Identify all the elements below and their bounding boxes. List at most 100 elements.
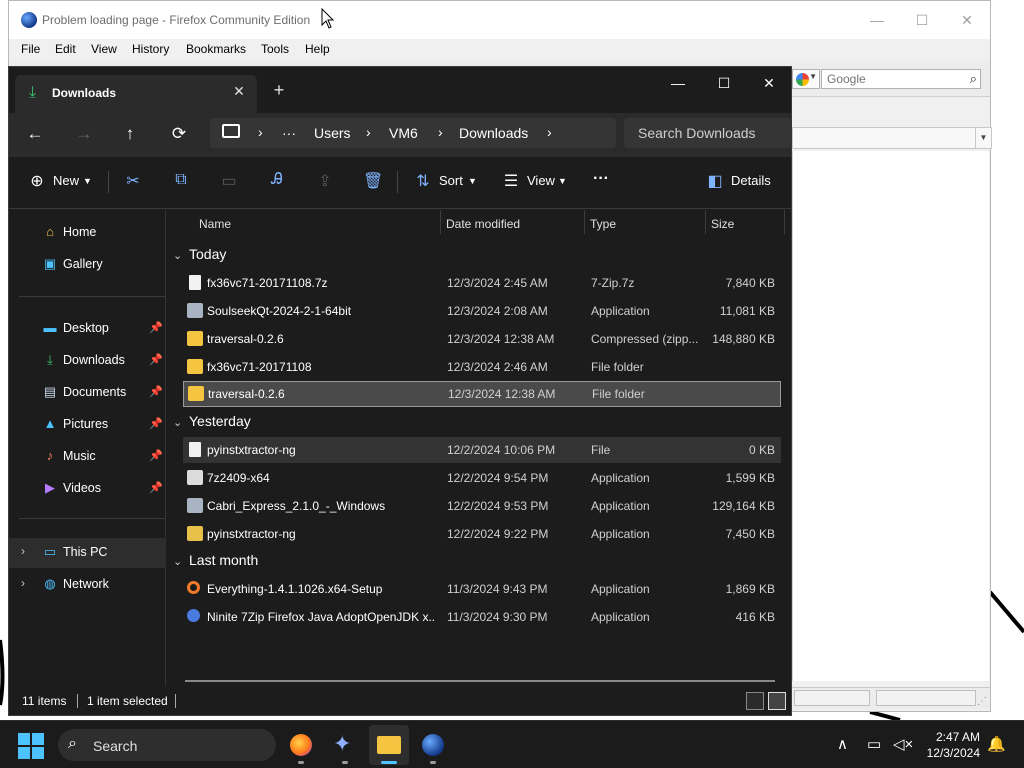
column-divider[interactable] xyxy=(784,210,785,234)
menu-file[interactable]: File xyxy=(21,42,40,56)
copy-icon[interactable]: ⧉ xyxy=(171,171,191,193)
nav-item-pictures[interactable]: ▲ Pictures 📌 xyxy=(9,410,166,438)
start-button[interactable] xyxy=(18,733,44,759)
list-item-selected[interactable]: traversal-0.2.6 12/3/2024 12:38 AM File … xyxy=(183,381,781,407)
paste-icon[interactable]: ▭ xyxy=(219,171,239,193)
breadcrumb-users[interactable]: Users xyxy=(314,125,351,141)
menu-bookmarks[interactable]: Bookmarks xyxy=(186,42,246,56)
view-icon[interactable]: ☰ xyxy=(501,171,521,193)
cut-icon[interactable]: ✂ xyxy=(123,171,143,193)
view-button[interactable]: View xyxy=(527,173,555,193)
breadcrumb-more[interactable]: ··· xyxy=(282,125,296,141)
sort-button[interactable]: Sort xyxy=(439,173,463,193)
menu-help[interactable]: Help xyxy=(305,42,330,56)
nav-item-desktop[interactable]: ▬ Desktop 📌 xyxy=(9,314,166,342)
list-item[interactable]: pyinstxtractor-ng 12/2/2024 10:06 PM Fil… xyxy=(183,437,781,463)
horizontal-scrollbar[interactable] xyxy=(185,680,775,682)
network-status-icon[interactable]: ▭ xyxy=(867,735,881,753)
pin-icon[interactable]: 📌 xyxy=(149,353,163,366)
maximize-button[interactable]: ☐ xyxy=(701,67,747,99)
firefox-search-input[interactable] xyxy=(822,70,952,88)
list-item[interactable]: Everything-1.4.1.1026.x64-Setup 11/3/202… xyxy=(183,576,781,602)
delete-icon[interactable]: 🗑 xyxy=(363,171,383,193)
list-item[interactable]: 7z2409-x64 12/2/2024 9:54 PM Application… xyxy=(183,465,781,491)
firefox-minimize-button[interactable]: — xyxy=(857,9,897,31)
tab-downloads[interactable]: ⤓ Downloads ✕ xyxy=(15,75,257,113)
menu-view[interactable]: View xyxy=(91,42,117,56)
new-button[interactable]: New xyxy=(53,173,79,193)
nav-item-network[interactable]: › ◍ Network xyxy=(9,570,166,598)
back-button[interactable]: ← xyxy=(20,121,50,147)
nav-item-home[interactable]: ⌂ Home xyxy=(9,218,166,246)
column-divider[interactable] xyxy=(440,210,441,234)
forward-button[interactable]: → xyxy=(69,121,99,147)
pin-icon[interactable]: 📌 xyxy=(149,321,163,334)
column-header-name[interactable]: Name xyxy=(199,217,231,231)
plus-circle-icon[interactable]: ⊕ xyxy=(27,171,47,193)
search-icon[interactable]: ⌕ xyxy=(970,71,977,87)
this-pc-icon[interactable] xyxy=(222,124,240,138)
firefox-dropdown-field[interactable]: ▼ xyxy=(792,127,992,149)
column-divider[interactable] xyxy=(705,210,706,234)
clock-time[interactable]: 2:47 AM xyxy=(936,730,980,744)
nav-item-gallery[interactable]: ▣ Gallery xyxy=(9,250,166,278)
nav-item-downloads[interactable]: ⤓ Downloads 📌 xyxy=(9,346,166,374)
refresh-button[interactable]: ⟳ xyxy=(164,121,194,147)
breadcrumb-vm6[interactable]: VM6 xyxy=(389,125,418,141)
menu-history[interactable]: History xyxy=(132,42,169,56)
group-header-today[interactable]: ⌄ Today xyxy=(173,246,226,268)
pin-icon[interactable]: 📌 xyxy=(149,385,163,398)
chevron-down-icon[interactable]: ▼ xyxy=(975,128,991,148)
list-item[interactable]: fx36vc71-20171108.7z 12/3/2024 2:45 AM 7… xyxy=(183,270,781,296)
group-header-last-month[interactable]: ⌄ Last month xyxy=(173,552,258,574)
taskbar-search[interactable]: ⌕ Search xyxy=(58,729,276,761)
list-item[interactable]: traversal-0.2.6 12/3/2024 12:38 AM Compr… xyxy=(183,326,781,352)
list-item[interactable]: pyinstxtractor-ng 12/2/2024 9:22 PM Appl… xyxy=(183,521,781,547)
column-header-type[interactable]: Type xyxy=(590,217,616,231)
close-button[interactable]: ✕ xyxy=(746,67,792,99)
more-options-button[interactable]: ··· xyxy=(593,170,609,190)
taskbar-app-soulseek[interactable]: ✦ xyxy=(325,725,365,765)
pin-icon[interactable]: 📌 xyxy=(149,481,163,494)
firefox-maximize-button[interactable]: ☐ xyxy=(902,9,942,31)
pin-icon[interactable]: 📌 xyxy=(149,449,163,462)
minimize-button[interactable]: — xyxy=(655,67,701,99)
search-input[interactable] xyxy=(624,118,792,148)
taskbar-app-firefox[interactable] xyxy=(281,725,321,765)
list-item[interactable]: Ninite 7Zip Firefox Java AdoptOpenJDK x.… xyxy=(183,604,781,630)
up-button[interactable]: ↑ xyxy=(115,121,145,147)
nav-item-music[interactable]: ♪ Music 📌 xyxy=(9,442,166,470)
firefox-search-box[interactable]: ⌕ xyxy=(821,69,981,89)
details-button[interactable]: Details xyxy=(731,173,771,193)
chevron-right-icon[interactable]: › xyxy=(21,544,25,558)
taskbar-app-file-explorer[interactable] xyxy=(369,725,409,765)
list-item[interactable]: fx36vc71-20171108 12/3/2024 2:46 AM File… xyxy=(183,354,781,380)
notification-bell-icon[interactable]: 🔔 xyxy=(987,735,1006,753)
resize-grip-icon[interactable]: ⋰ xyxy=(977,696,987,707)
menu-edit[interactable]: Edit xyxy=(55,42,76,56)
details-pane-icon[interactable]: ◧ xyxy=(705,171,725,193)
chevron-right-icon[interactable]: › xyxy=(21,576,25,590)
new-tab-button[interactable]: + xyxy=(267,80,291,101)
list-item[interactable]: SoulseekQt-2024-2-1-64bit 12/3/2024 2:08… xyxy=(183,298,781,324)
rename-icon[interactable]: Ꭿ xyxy=(267,171,287,193)
taskbar-app-firefox-community[interactable] xyxy=(413,725,453,765)
list-item[interactable]: Cabri_Express_2.1.0_-_Windows 12/2/2024 … xyxy=(183,493,781,519)
nav-item-documents[interactable]: ▤ Documents 📌 xyxy=(9,378,166,406)
search-engine-selector[interactable]: ▼ xyxy=(792,69,820,89)
firefox-close-button[interactable]: ✕ xyxy=(947,9,987,31)
share-icon[interactable]: ⇪ xyxy=(315,171,335,193)
breadcrumb-downloads[interactable]: Downloads xyxy=(459,125,528,141)
nav-item-this-pc[interactable]: › ▭ This PC xyxy=(9,538,166,568)
nav-item-videos[interactable]: ▶ Videos 📌 xyxy=(9,474,166,502)
details-view-icon[interactable] xyxy=(746,692,764,710)
menu-tools[interactable]: Tools xyxy=(261,42,289,56)
column-divider[interactable] xyxy=(584,210,585,234)
column-header-date[interactable]: Date modified xyxy=(446,217,520,231)
breadcrumb[interactable]: › ··· Users › VM6 › Downloads › xyxy=(210,118,616,148)
sort-icon[interactable]: ⇅ xyxy=(413,171,433,193)
group-header-yesterday[interactable]: ⌄ Yesterday xyxy=(173,413,251,435)
tiles-view-icon[interactable] xyxy=(768,692,786,710)
clock-date[interactable]: 12/3/2024 xyxy=(927,746,980,760)
search-box[interactable] xyxy=(624,118,792,148)
